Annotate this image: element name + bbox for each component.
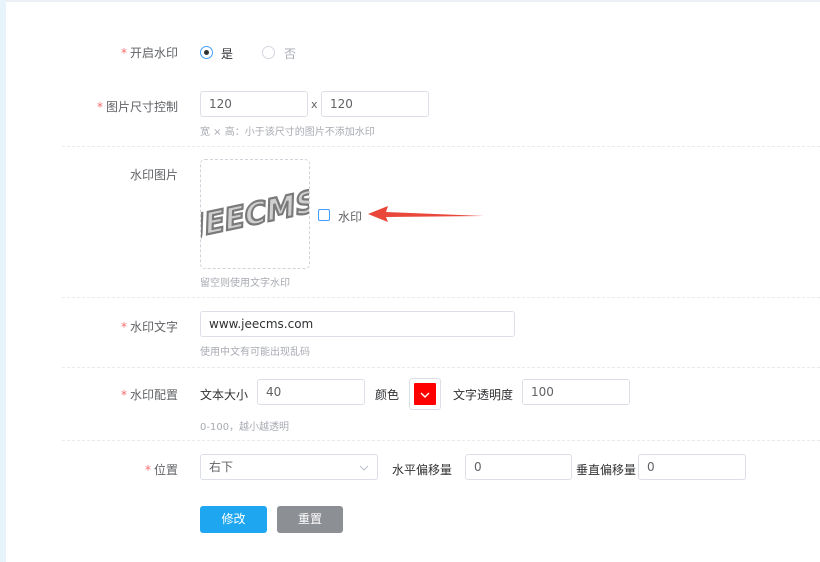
config-hint: 0-100，越小越透明 bbox=[200, 422, 290, 433]
font-size-label: 文本大小 bbox=[200, 388, 249, 402]
size-hint: 宽 × 高：小于该尺寸的图片不添加水印 bbox=[200, 127, 375, 138]
h-offset-input[interactable]: 0 bbox=[465, 454, 572, 480]
chevron-down-icon bbox=[359, 465, 369, 471]
opacity-input[interactable]: 100 bbox=[522, 379, 630, 405]
color-label: 颜色 bbox=[375, 388, 400, 402]
radio-no-label[interactable]: 否 bbox=[284, 45, 296, 62]
opacity-label: 文字透明度 bbox=[453, 388, 514, 402]
color-picker[interactable] bbox=[409, 378, 441, 410]
v-offset-label: 垂直偏移量 bbox=[576, 463, 637, 477]
image-label: 水印图片 bbox=[129, 168, 178, 182]
jeecms-logo-image: JEECMS bbox=[190, 183, 318, 247]
position-select-value: 右下 bbox=[209, 460, 234, 474]
text-label: * 水印文字 bbox=[120, 320, 178, 334]
image-uploader[interactable]: JEECMS bbox=[190, 159, 318, 269]
position-select[interactable]: 右下 bbox=[200, 454, 378, 480]
logo-text: JEECMS bbox=[201, 184, 309, 246]
enable-label: * 开启水印 bbox=[120, 46, 178, 60]
size-times: x bbox=[311, 98, 318, 111]
watermark-checkbox[interactable] bbox=[318, 209, 330, 221]
font-size-input[interactable]: 40 bbox=[257, 379, 365, 405]
radio-yes-label[interactable]: 是 bbox=[221, 45, 233, 62]
radio-no[interactable] bbox=[262, 46, 275, 59]
size-label: * 图片尺寸控制 bbox=[96, 100, 178, 114]
v-offset-input[interactable]: 0 bbox=[638, 454, 746, 480]
divider bbox=[62, 440, 820, 441]
text-hint: 使用中文有可能出现乱码 bbox=[200, 347, 310, 358]
divider bbox=[62, 297, 820, 298]
divider bbox=[62, 367, 820, 368]
position-label: * 位置 bbox=[144, 463, 178, 477]
radio-yes[interactable] bbox=[200, 46, 213, 59]
image-hint: 留空则使用文字水印 bbox=[200, 278, 290, 289]
height-input[interactable]: 120 bbox=[321, 91, 429, 117]
h-offset-label: 水平偏移量 bbox=[392, 463, 453, 477]
arrow-annotation-icon bbox=[368, 206, 484, 222]
color-swatch bbox=[414, 383, 436, 405]
divider bbox=[62, 146, 820, 147]
width-input[interactable]: 120 bbox=[200, 91, 308, 117]
submit-button[interactable]: 修改 bbox=[200, 506, 267, 533]
watermark-text-input[interactable]: www.jeecms.com bbox=[200, 311, 515, 337]
config-label: * 水印配置 bbox=[120, 388, 178, 402]
chevron-down-icon bbox=[420, 392, 430, 398]
watermark-checkbox-label[interactable]: 水印 bbox=[338, 208, 362, 225]
reset-button[interactable]: 重置 bbox=[277, 506, 343, 533]
settings-panel: * 开启水印 是 否 * 图片尺寸控制 120 x 120 宽 × 高：小于该尺寸的… bbox=[6, 0, 820, 562]
